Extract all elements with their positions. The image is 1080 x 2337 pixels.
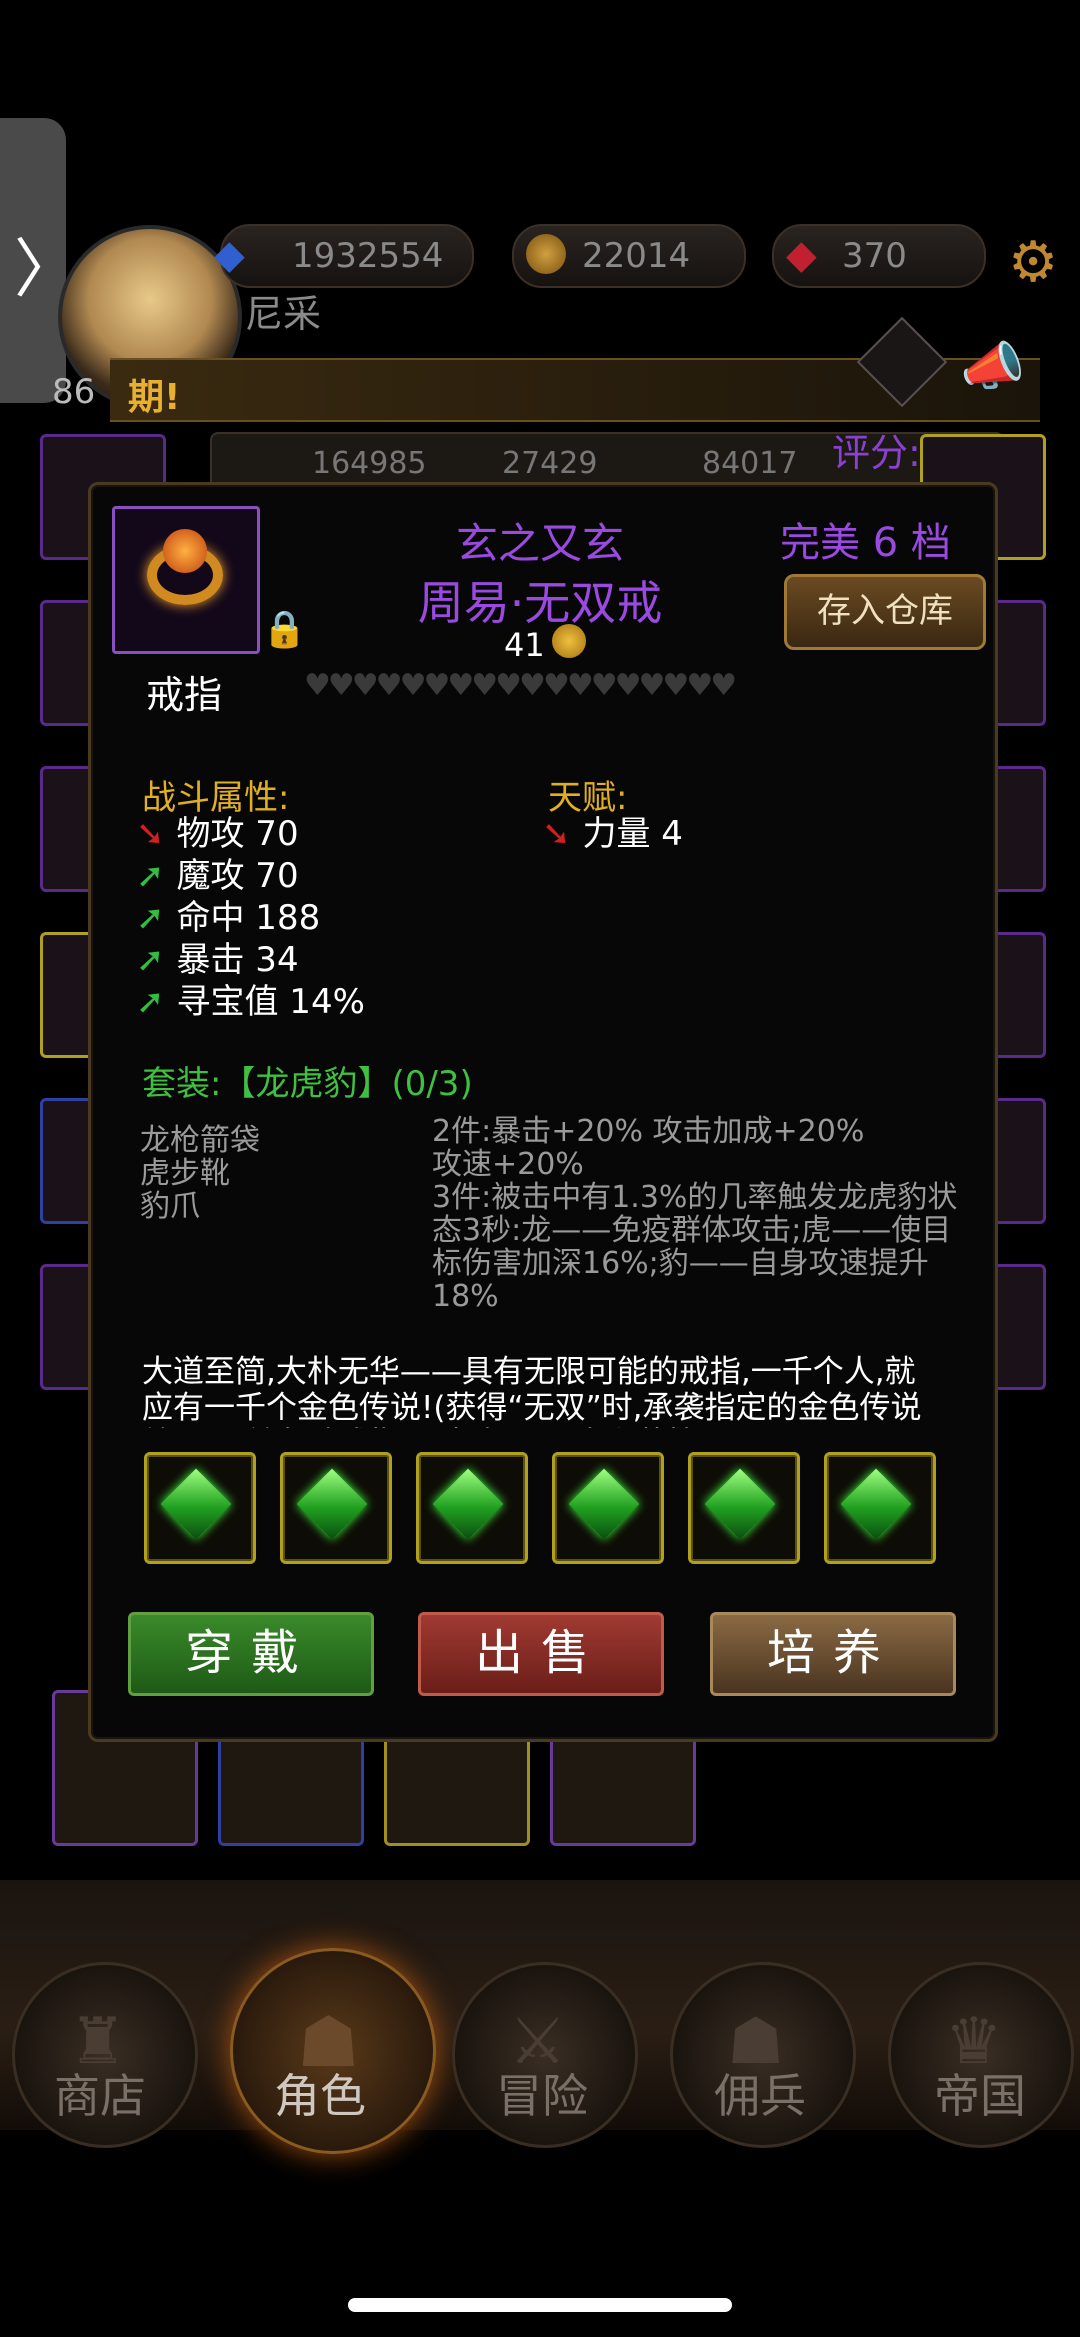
set-title: 套装:【龙虎豹】(0/3) bbox=[142, 1064, 473, 1104]
blue-gem-icon: ◆ bbox=[214, 232, 245, 278]
green-gem-icon bbox=[296, 1468, 368, 1540]
item-name: 周易·无双戒 bbox=[417, 576, 663, 630]
stat-value: 164985 bbox=[312, 446, 427, 481]
side-drawer-tab[interactable]: 〉 bbox=[0, 118, 78, 403]
gem-socket[interactable] bbox=[824, 1452, 936, 1564]
currency-diamonds[interactable]: ◆ 1932554 bbox=[214, 224, 474, 288]
nav-label: 帝国 bbox=[934, 2069, 1026, 2123]
gold-coin-icon bbox=[526, 234, 566, 274]
red-gem-icon: ◆ bbox=[786, 232, 817, 278]
train-button[interactable]: 培养 bbox=[710, 1612, 956, 1696]
arrow-down-icon: ➘ bbox=[542, 814, 571, 854]
currency-value: 370 bbox=[842, 236, 907, 276]
item-description: 大道至简,大朴无华——具有无限可能的戒指,一千个人,就应有一千个金色传说!(获得… bbox=[142, 1354, 922, 1428]
green-gem-icon bbox=[568, 1468, 640, 1540]
gem-socket[interactable] bbox=[280, 1452, 392, 1564]
set-effect: 3件:被击中有1.3%的几率触发龙虎豹状态3秒:龙——免疫群体攻击;虎——使目标… bbox=[432, 1180, 958, 1314]
lock-icon[interactable]: 🔒 bbox=[262, 608, 307, 650]
green-gem-icon bbox=[432, 1468, 504, 1540]
player-name: 尼采 bbox=[245, 292, 322, 336]
arrow-up-icon: ➚ bbox=[136, 982, 165, 1022]
item-price: 41 bbox=[504, 626, 545, 664]
megaphone-icon[interactable]: 📣 bbox=[960, 336, 1025, 397]
ring-gem bbox=[163, 529, 207, 573]
set-piece: 豹爪 bbox=[140, 1189, 200, 1224]
currency-gold[interactable]: 22014 bbox=[512, 224, 746, 288]
item-series: 玄之又玄 bbox=[455, 519, 624, 568]
player-level: 86 bbox=[52, 372, 96, 412]
wear-button[interactable]: 穿戴 bbox=[128, 1612, 374, 1696]
gem-socket[interactable] bbox=[144, 1452, 256, 1564]
gem-socket[interactable] bbox=[688, 1452, 800, 1564]
item-icon bbox=[112, 506, 260, 654]
green-gem-icon bbox=[840, 1468, 912, 1540]
quality-rank: 完美 6 档 bbox=[780, 520, 951, 566]
item-type: 戒指 bbox=[146, 673, 223, 717]
gem-socket[interactable] bbox=[552, 1452, 664, 1564]
currency-value: 1932554 bbox=[292, 236, 444, 276]
set-effect: 2件:暴击+20% 攻击加成+20% bbox=[432, 1114, 865, 1149]
store-to-warehouse-button[interactable]: 存入仓库 bbox=[784, 574, 986, 650]
currency-value: 22014 bbox=[582, 236, 691, 276]
stat-value: 27429 bbox=[502, 446, 598, 481]
set-effect: 攻速+20% bbox=[432, 1147, 584, 1182]
nav-label: 商店 bbox=[54, 2069, 146, 2123]
nav-label: 冒险 bbox=[496, 2069, 588, 2123]
banner-text: 期! bbox=[128, 377, 181, 418]
gem-socket[interactable] bbox=[416, 1452, 528, 1564]
sell-button[interactable]: 出售 bbox=[418, 1612, 664, 1696]
gold-coin-icon bbox=[552, 624, 586, 658]
currency-rubies[interactable]: ◆ 370 bbox=[772, 224, 986, 288]
stat-value: 84017 bbox=[702, 446, 798, 481]
talent-row: ➘ 力量 4 bbox=[542, 814, 683, 854]
nav-label: 佣兵 bbox=[714, 2069, 806, 2123]
green-gem-icon bbox=[160, 1468, 232, 1540]
green-gem-icon bbox=[704, 1468, 776, 1540]
stat-row: ➚ 寻宝值 14% bbox=[136, 982, 365, 1022]
home-indicator[interactable] bbox=[348, 2298, 732, 2312]
gear-icon[interactable]: ⚙ bbox=[1008, 230, 1058, 295]
nav-label: 角色 bbox=[274, 2069, 366, 2123]
heart-rating: ♥♥♥♥♥♥♥♥♥♥♥♥♥♥♥♥♥♥ bbox=[304, 668, 737, 703]
